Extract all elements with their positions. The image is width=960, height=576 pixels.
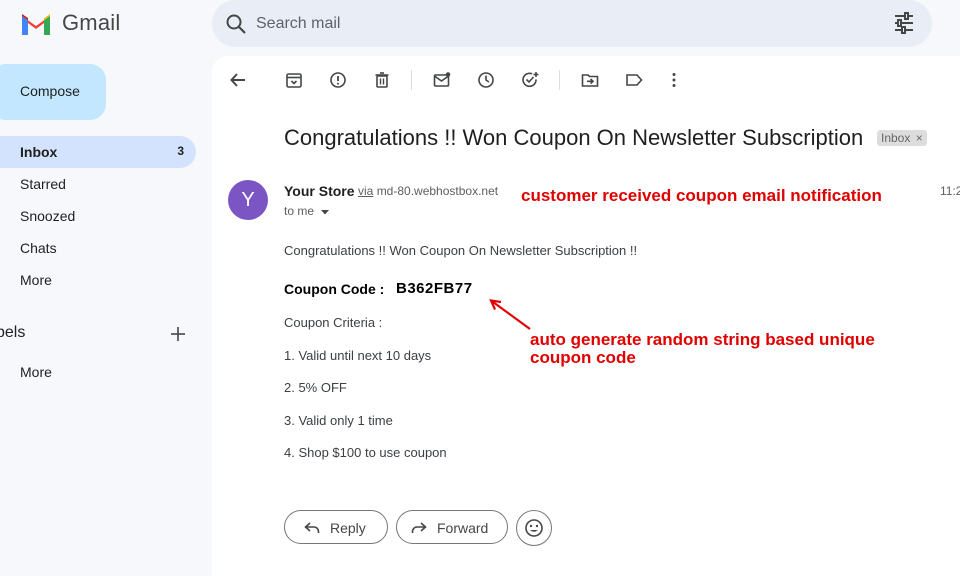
sidebar-item-label: More	[20, 272, 52, 288]
back-arrow-icon[interactable]	[229, 71, 247, 89]
sidebar-item-chats[interactable]: Chats	[0, 232, 196, 264]
report-spam-icon[interactable]	[329, 71, 347, 89]
toolbar-divider	[559, 70, 560, 90]
sender-avatar[interactable]: Y	[228, 180, 268, 220]
criteria-item: 3. Valid only 1 time	[284, 413, 393, 428]
reply-icon	[304, 522, 320, 533]
sidebar-item-inbox[interactable]: Inbox 3	[0, 136, 196, 168]
move-to-icon[interactable]	[581, 71, 599, 89]
create-label-icon[interactable]	[170, 326, 186, 342]
criteria-item: 4. Shop $100 to use coupon	[284, 445, 447, 460]
sidebar-item-snoozed[interactable]: Snoozed	[0, 200, 196, 232]
add-task-icon[interactable]	[521, 71, 539, 89]
coupon-code-value: B362FB77	[396, 280, 473, 297]
via-domain: md-80.webhostbox.net	[376, 184, 499, 198]
gmail-logo-icon[interactable]	[20, 11, 52, 37]
criteria-item: 2. 5% OFF	[284, 380, 347, 395]
forward-label: Forward	[437, 520, 489, 536]
coupon-code-label: Coupon Code :	[284, 281, 385, 297]
inbox-label-text: Inbox	[881, 131, 911, 145]
forward-button[interactable]: Forward	[396, 510, 508, 544]
sidebar-item-label: More	[20, 364, 52, 380]
annotation-arrow-icon	[489, 299, 531, 330]
reply-label: Reply	[330, 520, 366, 536]
inbox-label-chip[interactable]: Inbox ×	[877, 130, 927, 146]
chevron-down-icon[interactable]	[320, 208, 330, 216]
search-icon[interactable]	[224, 12, 248, 36]
search-options-icon[interactable]	[893, 12, 915, 34]
more-vert-icon[interactable]	[665, 71, 683, 89]
recipient-details[interactable]: to me	[284, 204, 330, 218]
sidebar-item-label: Snoozed	[20, 208, 76, 224]
body-intro: Congratulations !! Won Coupon On Newslet…	[284, 243, 638, 258]
unread-count: 3	[177, 144, 184, 158]
main-menu-icon[interactable]	[0, 14, 8, 34]
remove-label-icon[interactable]: ×	[916, 131, 923, 145]
delete-icon[interactable]	[373, 71, 391, 89]
sidebar-item-starred[interactable]: Starred	[0, 168, 196, 200]
mark-unread-icon[interactable]	[433, 71, 451, 89]
labels-heading: bels	[0, 324, 26, 341]
app-name[interactable]: Gmail	[62, 10, 120, 36]
emoji-icon	[525, 519, 543, 537]
sender-name[interactable]: Your Store	[284, 183, 355, 199]
sidebar-item-label: Inbox	[20, 144, 58, 160]
criteria-heading: Coupon Criteria :	[284, 315, 383, 330]
toolbar-divider	[411, 70, 412, 90]
reply-button[interactable]: Reply	[284, 510, 388, 544]
annotation-notification: customer received coupon email notificat…	[521, 186, 882, 205]
label-icon[interactable]	[625, 71, 643, 89]
recipient-text: to me	[284, 204, 315, 218]
criteria-item: 1. Valid until next 10 days	[284, 348, 432, 363]
compose-label: Compose	[20, 83, 80, 99]
sidebar-item-label: Chats	[20, 240, 57, 256]
archive-icon[interactable]	[285, 71, 303, 89]
sidebar-item-more[interactable]: More	[0, 264, 196, 296]
sender-via: via md-80.webhostbox.net	[358, 184, 498, 198]
emoji-reaction-button[interactable]	[516, 510, 552, 546]
sidebar-item-label: Starred	[20, 176, 66, 192]
email-time: 11:2	[940, 184, 960, 198]
via-word: via	[358, 184, 374, 198]
annotation-code-line1: auto generate random string based unique	[530, 330, 875, 349]
snooze-icon[interactable]	[477, 71, 495, 89]
forward-icon	[411, 522, 427, 533]
search-input[interactable]	[256, 13, 856, 35]
annotation-code-line2: coupon code	[530, 348, 636, 367]
email-subject: Congratulations !! Won Coupon On Newslet…	[284, 125, 864, 150]
sidebar-labels-more[interactable]: More	[0, 356, 196, 388]
